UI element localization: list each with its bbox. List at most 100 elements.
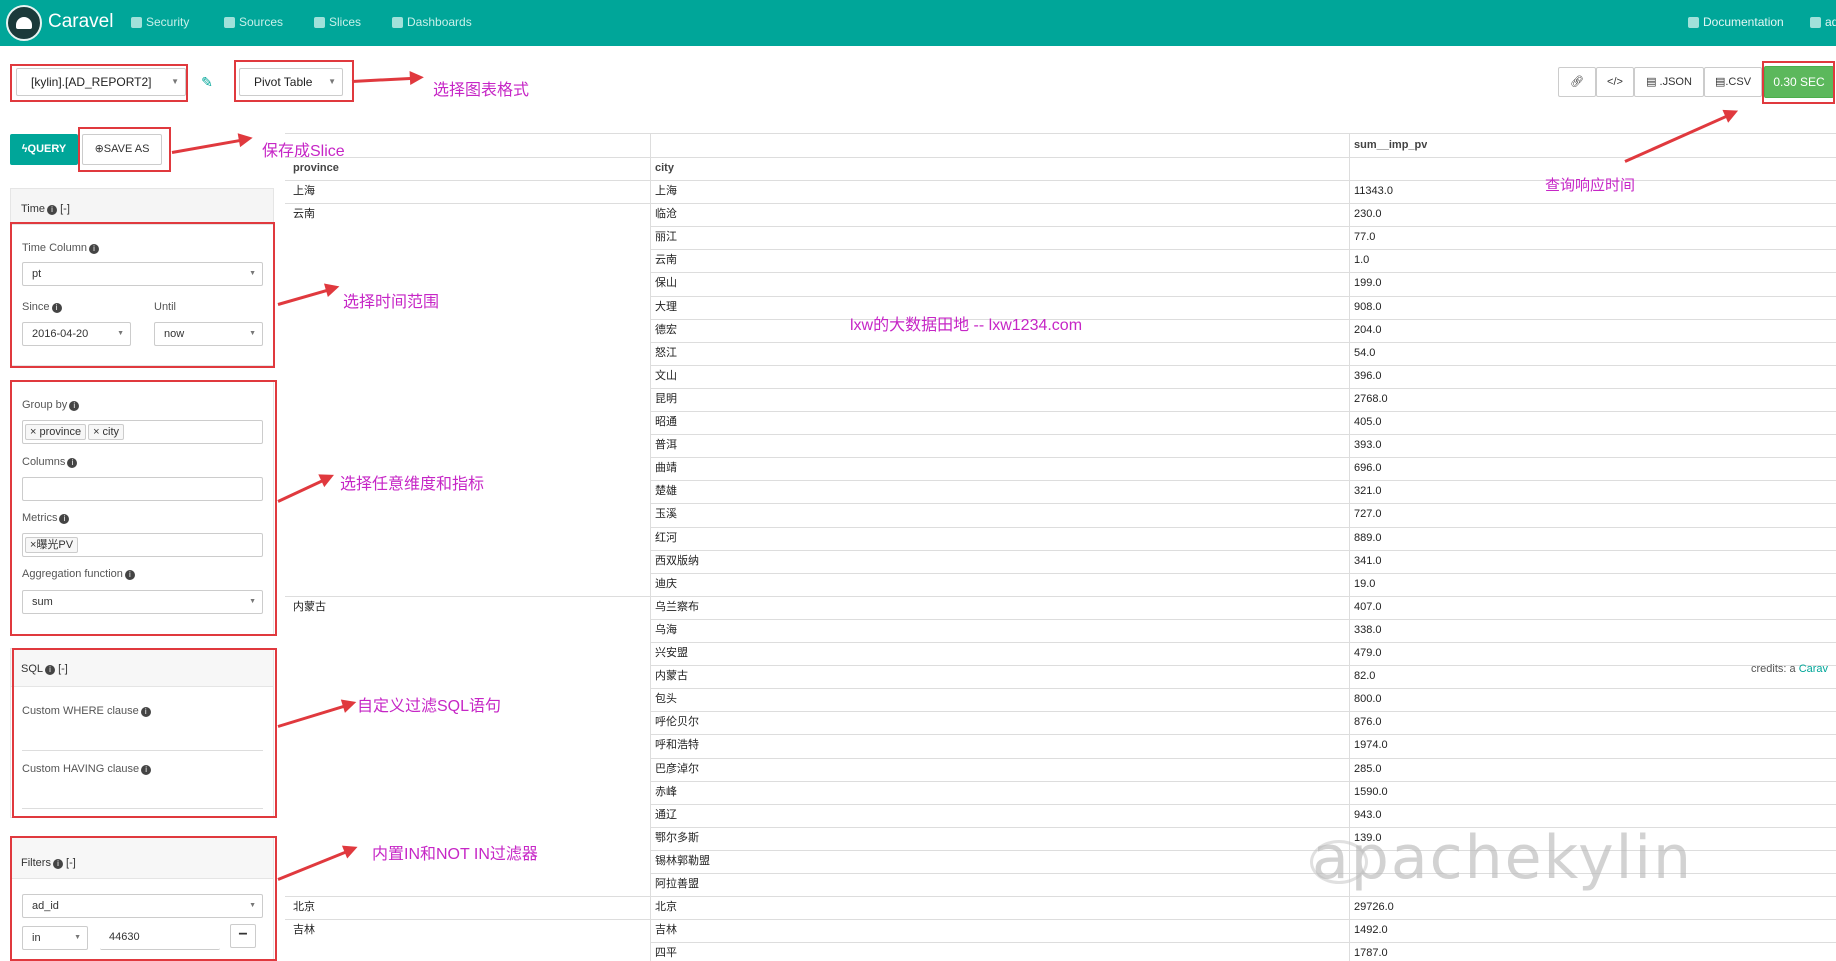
filters-toggle[interactable]: [-] bbox=[66, 857, 76, 869]
time-panel-header[interactable]: Time i [-] bbox=[11, 189, 273, 225]
city-cell: 赤峰 bbox=[655, 785, 677, 798]
book-icon bbox=[1688, 16, 1699, 28]
aggregation-label: Aggregation function i bbox=[22, 568, 135, 580]
row-divider bbox=[650, 503, 1836, 505]
dashboard-icon bbox=[392, 16, 403, 28]
filters-panel-header[interactable]: Filters i [-] bbox=[11, 837, 273, 879]
metric-cell: 405.0 bbox=[1354, 416, 1382, 428]
csv-button[interactable]: ▤.CSV bbox=[1704, 67, 1762, 97]
row-divider bbox=[285, 157, 1836, 158]
nav-slices[interactable]: Slices bbox=[314, 15, 361, 29]
metric-tag[interactable]: ×曝光PV bbox=[25, 537, 79, 553]
row-divider bbox=[650, 942, 1836, 944]
city-cell: 楚雄 bbox=[655, 485, 677, 498]
header-metric[interactable]: sum__imp_pv bbox=[1350, 134, 1427, 157]
header-city[interactable]: city bbox=[651, 157, 674, 180]
nav-user[interactable]: ad bbox=[1810, 15, 1836, 29]
nav-documentation[interactable]: Documentation bbox=[1688, 15, 1784, 29]
metric-cell: 82.0 bbox=[1354, 670, 1376, 683]
province-cell bbox=[289, 734, 293, 757]
credits-label: credits: a bbox=[1751, 663, 1799, 675]
metric-cell: 396.0 bbox=[1354, 369, 1382, 382]
metric-cell: 889.0 bbox=[1354, 531, 1382, 544]
header-province[interactable]: province bbox=[289, 157, 339, 180]
city-cell: 上海 bbox=[655, 185, 677, 197]
metric-cell: 341.0 bbox=[1354, 554, 1382, 567]
metrics-input[interactable]: ×曝光PV bbox=[22, 533, 263, 557]
province-cell bbox=[289, 411, 293, 434]
columns-label: Columns i bbox=[22, 456, 78, 468]
row-divider bbox=[650, 642, 1836, 643]
caravel-logo-icon[interactable] bbox=[6, 5, 42, 41]
until-select[interactable]: now ▼ bbox=[154, 322, 263, 346]
remove-filter-button[interactable]: − bbox=[230, 924, 256, 948]
sql-panel-header[interactable]: SQL i [-] bbox=[11, 649, 273, 687]
city-cell: 大理 bbox=[655, 300, 677, 313]
nav-sources[interactable]: Sources bbox=[224, 15, 283, 29]
city-cell: 呼伦贝尔 bbox=[655, 716, 699, 729]
query-timer: 0.30 SEC bbox=[1764, 66, 1834, 98]
json-button[interactable]: ▤ .JSON bbox=[1634, 67, 1704, 97]
chevron-down-icon: ▼ bbox=[249, 902, 256, 909]
where-label: Custom WHERE clause i bbox=[22, 705, 151, 717]
city-cell: 鄂尔多斯 bbox=[655, 831, 699, 844]
having-input[interactable] bbox=[22, 808, 263, 809]
aggregation-select[interactable]: sum ▼ bbox=[22, 590, 263, 614]
filter-value-input[interactable]: 44630 bbox=[100, 926, 220, 950]
province-cell bbox=[289, 527, 293, 550]
query-button[interactable]: ϟQUERY bbox=[10, 134, 78, 165]
province-cell bbox=[289, 457, 293, 480]
metric-cell: 908.0 bbox=[1354, 300, 1382, 313]
nav-slices-label: Slices bbox=[329, 15, 362, 29]
filter-op-select[interactable]: in ▼ bbox=[22, 926, 88, 950]
sql-toggle[interactable]: [-] bbox=[58, 663, 68, 675]
time-toggle[interactable]: [-] bbox=[60, 203, 70, 215]
info-icon: i bbox=[141, 765, 152, 775]
metric-cell: 199.0 bbox=[1354, 277, 1382, 290]
city-cell: 文山 bbox=[655, 369, 677, 382]
chevron-down-icon: ▼ bbox=[249, 598, 256, 605]
row-divider bbox=[650, 457, 1836, 459]
brand-name[interactable]: Caravel bbox=[48, 11, 113, 33]
edit-datasource-icon[interactable]: ✎ bbox=[192, 68, 222, 96]
nav-dashboards[interactable]: Dashboards bbox=[392, 15, 472, 29]
user-icon bbox=[1810, 16, 1821, 28]
columns-input[interactable] bbox=[22, 477, 263, 501]
annotation-chart-format: 选择图表格式 bbox=[433, 82, 530, 99]
save-as-button[interactable]: ⊕SAVE AS bbox=[82, 134, 162, 165]
metrics-label: Metrics i bbox=[22, 512, 70, 524]
nav-documentation-label: Documentation bbox=[1703, 15, 1784, 29]
where-input[interactable] bbox=[22, 750, 263, 751]
city-cell: 锡林郭勒盟 bbox=[655, 854, 710, 867]
filter-op-value: in bbox=[32, 932, 41, 944]
annotation-response-time: 查询响应时间 bbox=[1545, 177, 1636, 194]
file-icon: ▤ bbox=[1714, 76, 1726, 88]
since-value: 2016-04-20 bbox=[32, 328, 89, 340]
group-by-tag[interactable]: × city bbox=[88, 424, 125, 440]
city-cell: 迪庆 bbox=[655, 577, 677, 590]
nav-security[interactable]: Security bbox=[131, 15, 189, 29]
permalink-button[interactable]: 🔗︎ bbox=[1558, 67, 1596, 97]
filter-column-select[interactable]: ad_id ▼ bbox=[22, 894, 263, 918]
datasource-select[interactable]: [kylin].[AD_REPORT2] ▼ bbox=[16, 68, 186, 96]
credits-link[interactable]: Carav bbox=[1799, 663, 1828, 675]
city-cell: 乌海 bbox=[655, 623, 677, 636]
plus-circle-icon: ⊕ bbox=[94, 143, 104, 155]
viz-type-select[interactable]: Pivot Table ▼ bbox=[239, 68, 343, 96]
time-column-select[interactable]: pt ▼ bbox=[22, 262, 263, 286]
embed-code-button[interactable]: </> bbox=[1596, 67, 1634, 97]
city-cell: 怒江 bbox=[655, 346, 677, 359]
since-select[interactable]: 2016-04-20 ▼ bbox=[22, 322, 131, 346]
link-icon: 🔗︎ bbox=[1570, 76, 1584, 88]
group-by-input[interactable]: × province × city bbox=[22, 420, 263, 444]
time-header-label: Time bbox=[21, 203, 46, 215]
city-cell: 云南 bbox=[655, 254, 677, 267]
city-cell: 德宏 bbox=[655, 323, 677, 336]
metric-cell: 393.0 bbox=[1354, 439, 1382, 452]
province-cell bbox=[289, 619, 293, 642]
group-by-tag[interactable]: × province bbox=[25, 424, 87, 440]
apachekylin-watermark: apachekylin bbox=[1312, 823, 1694, 893]
datasource-value: [kylin].[AD_REPORT2] bbox=[31, 75, 152, 89]
chevron-down-icon: ▼ bbox=[74, 934, 81, 941]
chevron-down-icon: ▼ bbox=[249, 330, 256, 337]
